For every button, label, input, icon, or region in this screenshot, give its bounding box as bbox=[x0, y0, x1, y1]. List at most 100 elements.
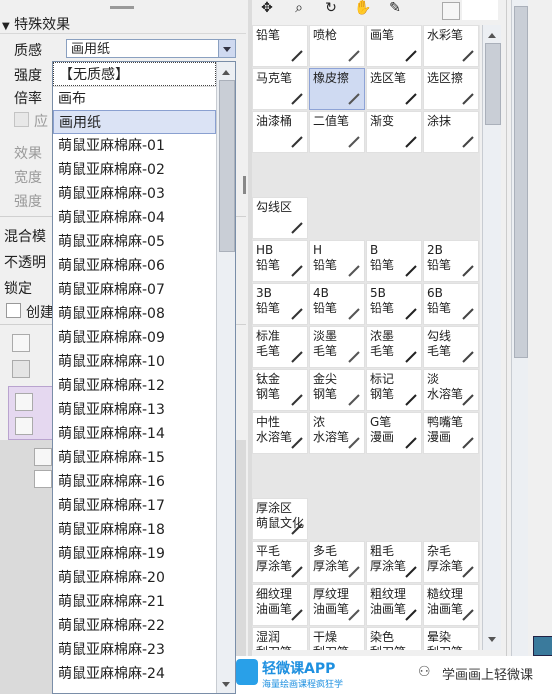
brush-tool-cell[interactable]: 选区擦 bbox=[423, 68, 479, 110]
brush-tool-cell[interactable]: 3B 铅笔 bbox=[252, 283, 308, 325]
pencil-icon[interactable] bbox=[15, 417, 33, 435]
dropdown-option[interactable]: 萌鼠亚麻棉麻-04 bbox=[53, 206, 216, 230]
side-scrollbar[interactable] bbox=[511, 0, 528, 660]
brush-tool-cell[interactable]: 染色刮刀笔 bbox=[366, 627, 422, 650]
brush-tool-cell[interactable]: 橡皮擦 bbox=[309, 68, 365, 110]
brush-tool-cell[interactable]: 2B 铅笔 bbox=[423, 240, 479, 282]
brush-tool-cell[interactable]: 渐变 bbox=[366, 111, 422, 153]
dropdown-option[interactable]: 萌鼠亚麻棉麻-13 bbox=[53, 398, 216, 422]
eyedropper-icon[interactable]: ✎ bbox=[386, 0, 404, 18]
zoom-icon[interactable]: ⌕ bbox=[290, 0, 308, 18]
brush-tool-cell[interactable]: 湿润刮刀笔 bbox=[252, 627, 308, 650]
brush-tool-cell[interactable]: H 铅笔 bbox=[309, 240, 365, 282]
brush-tool-cell[interactable]: 金尖 钢笔 bbox=[309, 369, 365, 411]
dropdown-option[interactable]: 萌鼠亚麻棉麻-15 bbox=[53, 446, 216, 470]
apply-checkbox[interactable] bbox=[14, 112, 29, 127]
dropdown-option[interactable]: 萌鼠亚麻棉麻-24 bbox=[53, 662, 216, 686]
dropdown-option[interactable]: 萌鼠亚麻棉麻-02 bbox=[53, 158, 216, 182]
eye-icon[interactable] bbox=[15, 393, 33, 411]
brush-tool-cell[interactable]: 水彩笔 bbox=[423, 25, 479, 67]
panel-grip[interactable] bbox=[110, 6, 134, 9]
brush-tool-cell[interactable]: 糙纹理 油画笔 bbox=[423, 584, 479, 626]
brush-tool-cell[interactable]: 鸭嘴笔 漫画 bbox=[423, 412, 479, 454]
dropdown-option[interactable]: 萌鼠亚麻棉麻-23 bbox=[53, 638, 216, 662]
dropdown-option[interactable]: 萌鼠亚麻棉麻-03 bbox=[53, 182, 216, 206]
brush-tool-cell[interactable]: 浓水溶笔 bbox=[309, 412, 365, 454]
dropdown-scrollbar[interactable] bbox=[216, 62, 235, 693]
brush-tool-cell[interactable]: 杂毛 厚涂笔 bbox=[423, 541, 479, 583]
dropdown-option[interactable]: 萌鼠亚麻棉麻-14 bbox=[53, 422, 216, 446]
brush-tool-cell[interactable]: 厚纹理 油画笔 bbox=[309, 584, 365, 626]
brush-tool-cell[interactable]: 选区笔 bbox=[366, 68, 422, 110]
brush-tool-cell[interactable]: 淡墨 毛笔 bbox=[309, 326, 365, 368]
new-layer-icon[interactable] bbox=[12, 334, 30, 352]
dropdown-arrow-icon[interactable] bbox=[218, 40, 235, 57]
brush-tool-cell[interactable]: 钛金 钢笔 bbox=[252, 369, 308, 411]
dropdown-option[interactable]: 萌鼠亚麻棉麻-21 bbox=[53, 590, 216, 614]
eye-icon[interactable] bbox=[34, 448, 52, 466]
brush-tool-cell[interactable]: 浓墨 毛笔 bbox=[366, 326, 422, 368]
dropdown-option[interactable]: 萌鼠亚麻棉麻-06 bbox=[53, 254, 216, 278]
brush-tool-cell[interactable]: 多毛 厚涂笔 bbox=[309, 541, 365, 583]
brush-tool-cell[interactable]: 标记 钢笔 bbox=[366, 369, 422, 411]
brush-tool-cell[interactable]: 画笔 bbox=[366, 25, 422, 67]
brush-tool-cell[interactable]: 平毛 厚涂笔 bbox=[252, 541, 308, 583]
scroll-thumb[interactable] bbox=[485, 43, 501, 125]
dropdown-option[interactable]: 萌鼠亚麻棉麻-17 bbox=[53, 494, 216, 518]
brush-tool-cell[interactable]: 细纹理 油画笔 bbox=[252, 584, 308, 626]
brush-tool-cell[interactable]: 晕染刮刀笔 bbox=[423, 627, 479, 650]
scroll-up-icon[interactable] bbox=[218, 62, 234, 78]
dropdown-option[interactable]: 萌鼠亚麻棉麻-16 bbox=[53, 470, 216, 494]
brush-tool-cell[interactable]: 6B 铅笔 bbox=[423, 283, 479, 325]
brush-tool-cell[interactable]: B 铅笔 bbox=[366, 240, 422, 282]
scroll-down-icon[interactable] bbox=[218, 676, 234, 692]
create-checkbox[interactable] bbox=[6, 303, 21, 318]
brush-tool-cell[interactable]: 勾线 毛笔 bbox=[423, 326, 479, 368]
hand-icon[interactable]: ✋ bbox=[354, 0, 372, 18]
dropdown-option[interactable]: 萌鼠亚麻棉麻-05 bbox=[53, 230, 216, 254]
brush-tool-cell[interactable]: 喷枪 bbox=[309, 25, 365, 67]
scroll-up-icon[interactable] bbox=[484, 25, 500, 41]
brush-tool-cell[interactable]: 淡水溶笔 bbox=[423, 369, 479, 411]
scroll-down-icon[interactable] bbox=[484, 631, 500, 647]
dropdown-option[interactable]: 萌鼠亚麻棉麻-07 bbox=[53, 278, 216, 302]
dropdown-option[interactable]: 萌鼠亚麻棉麻-01 bbox=[53, 134, 216, 158]
brush-tool-cell[interactable]: 中性 水溶笔 bbox=[252, 412, 308, 454]
brush-tool-cell[interactable]: 标准 毛笔 bbox=[252, 326, 308, 368]
brush-grid-scrollbar[interactable] bbox=[482, 25, 501, 650]
dropdown-option[interactable]: 萌鼠亚麻棉麻-08 bbox=[53, 302, 216, 326]
brush-tool-cell[interactable]: 粗毛 厚涂笔 bbox=[366, 541, 422, 583]
dropdown-option[interactable]: 萌鼠亚麻棉麻-12 bbox=[53, 374, 216, 398]
rotate-icon[interactable]: ↻ bbox=[322, 0, 340, 18]
brush-tool-cell[interactable]: 勾线区 bbox=[252, 197, 308, 239]
brush-tool-cell[interactable]: 4B 铅笔 bbox=[309, 283, 365, 325]
brush-tool-cell[interactable]: 粗纹理 油画笔 bbox=[366, 584, 422, 626]
dropdown-option[interactable]: 画用纸 bbox=[53, 110, 216, 134]
scroll-thumb[interactable] bbox=[514, 6, 528, 358]
dropdown-option-none[interactable]: 【无质感】 bbox=[53, 62, 216, 86]
brush-tool-cell[interactable]: 马克笔 bbox=[252, 68, 308, 110]
layer-thumbnail[interactable] bbox=[34, 470, 52, 488]
brush-tool-cell[interactable]: 涂抹 bbox=[423, 111, 479, 153]
dropdown-option[interactable]: 画布 bbox=[53, 86, 216, 110]
scroll-thumb[interactable] bbox=[219, 80, 235, 252]
brush-tool-cell[interactable]: 干燥刮刀笔 bbox=[309, 627, 365, 650]
dropdown-option[interactable]: 萌鼠亚麻棉麻-18 bbox=[53, 518, 216, 542]
splitter-handle[interactable] bbox=[243, 176, 246, 194]
brush-tool-cell[interactable]: 二值笔 bbox=[309, 111, 365, 153]
special-effects-header[interactable]: ▼ 特殊效果 bbox=[2, 14, 70, 34]
color-swatch-icon[interactable] bbox=[442, 2, 460, 20]
dropdown-option[interactable]: 萌鼠亚麻棉麻-10 bbox=[53, 350, 216, 374]
brush-tool-cell[interactable]: HB 铅笔 bbox=[252, 240, 308, 282]
brush-tool-cell[interactable]: G笔 漫画 bbox=[366, 412, 422, 454]
dropdown-option[interactable]: 萌鼠亚麻棉麻-22 bbox=[53, 614, 216, 638]
dropdown-option[interactable]: 萌鼠亚麻棉麻-19 bbox=[53, 542, 216, 566]
layer-down-icon[interactable] bbox=[12, 360, 30, 378]
texture-dropdown-list[interactable]: 【无质感】 画布 画用纸 萌鼠亚麻棉麻-01 萌鼠亚麻棉麻-02 萌鼠亚麻棉麻-03 萌鼠亚… bbox=[52, 61, 236, 694]
brush-tool-cell[interactable]: 厚涂区 萌鼠文化 bbox=[252, 498, 308, 540]
brush-tool-cell[interactable]: 5B 铅笔 bbox=[366, 283, 422, 325]
brush-tool-cell[interactable]: 铅笔 bbox=[252, 25, 308, 67]
navigator-thumbnail[interactable] bbox=[533, 636, 552, 656]
dropdown-option[interactable]: 萌鼠亚麻棉麻-20 bbox=[53, 566, 216, 590]
texture-select[interactable]: 画用纸 bbox=[66, 39, 236, 58]
